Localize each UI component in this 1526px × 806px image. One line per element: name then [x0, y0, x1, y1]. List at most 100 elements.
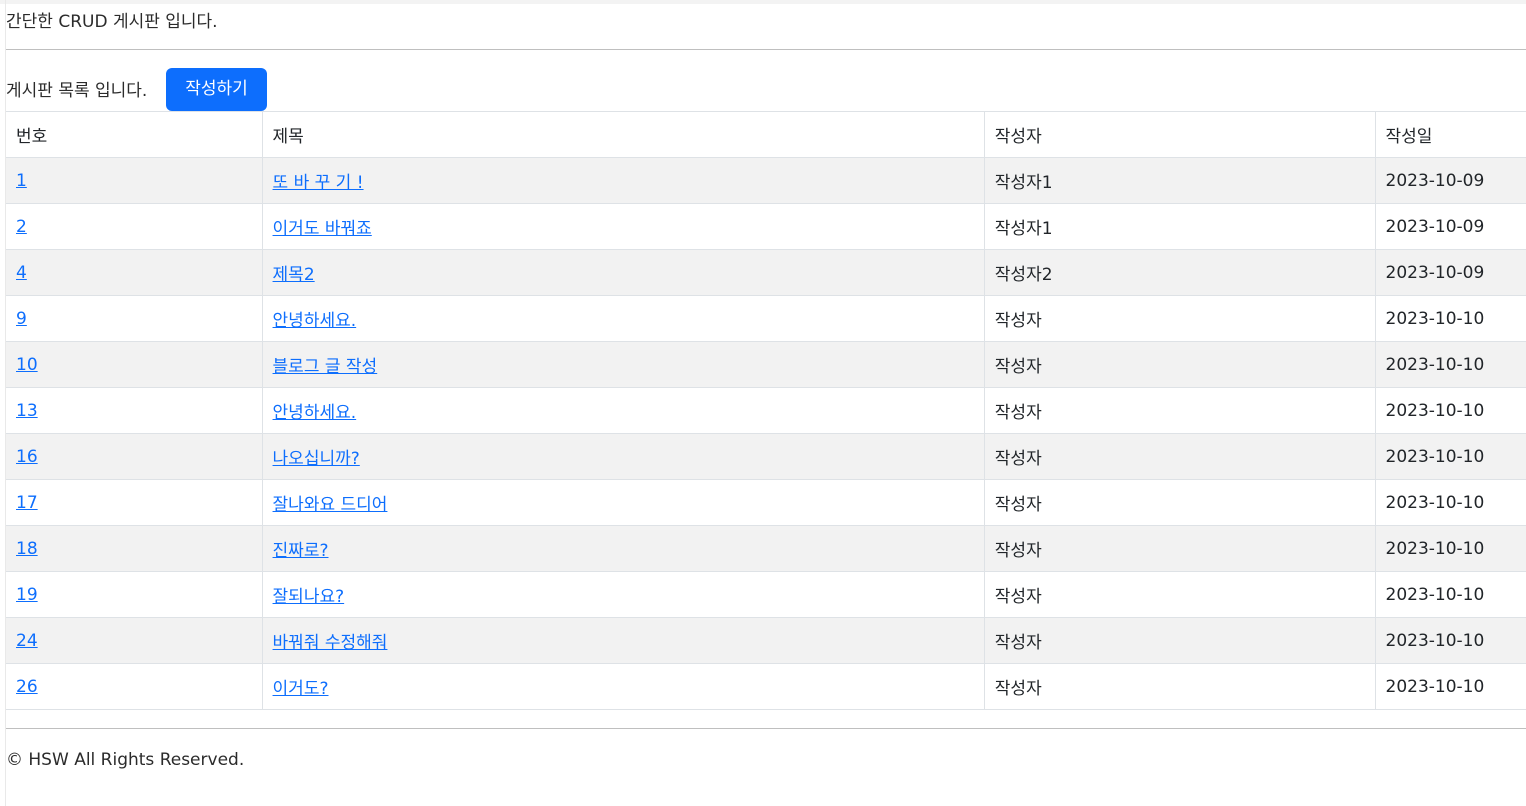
- post-date: 2023-10-10: [1374, 571, 1526, 618]
- post-author: 작성자: [983, 663, 1375, 710]
- post-title-link[interactable]: 블로그 글 작성: [273, 357, 378, 377]
- post-number-cell: 19: [6, 571, 263, 618]
- post-number-cell: 10: [6, 341, 263, 388]
- post-number-cell: 26: [6, 663, 263, 710]
- post-author: 작성자1: [983, 203, 1375, 250]
- board-table-header: 번호 제목 작성자 작성일: [6, 111, 1526, 158]
- post-number-cell: 18: [6, 525, 263, 572]
- table-row: 26 이거도? 작성자 2023-10-10: [6, 663, 1526, 710]
- post-number-cell: 2: [6, 203, 263, 250]
- top-strip: [0, 0, 1526, 4]
- post-author: 작성자1: [983, 157, 1375, 204]
- post-title-link[interactable]: 안녕하세요.: [273, 311, 357, 331]
- post-date: 2023-10-10: [1374, 663, 1526, 710]
- post-author: 작성자: [983, 341, 1375, 388]
- table-row: 1 또 바 꾸 기 ! 작성자1 2023-10-09: [6, 157, 1526, 204]
- post-number-link[interactable]: 18: [16, 539, 38, 559]
- post-title-link[interactable]: 잘되나요?: [273, 587, 345, 607]
- post-title-cell: 안녕하세요.: [261, 387, 985, 434]
- table-row: 13 안녕하세요. 작성자 2023-10-10: [6, 387, 1526, 434]
- post-title-cell: 진짜로?: [261, 525, 985, 572]
- post-date: 2023-10-10: [1374, 387, 1526, 434]
- post-title-link[interactable]: 이거도 바꿔죠: [273, 219, 372, 239]
- post-date: 2023-10-10: [1374, 617, 1526, 664]
- table-row: 18 진짜로? 작성자 2023-10-10: [6, 525, 1526, 572]
- post-date: 2023-10-09: [1374, 157, 1526, 204]
- post-title-link[interactable]: 안녕하세요.: [273, 403, 357, 423]
- post-title-link[interactable]: 나오십니까?: [273, 449, 360, 469]
- table-row: 17 잘나와요 드디어 작성자 2023-10-10: [6, 479, 1526, 526]
- post-date: 2023-10-10: [1374, 479, 1526, 526]
- post-title-link[interactable]: 잘나와요 드디어: [273, 495, 388, 515]
- table-row: 19 잘되나요? 작성자 2023-10-10: [6, 571, 1526, 618]
- post-number-cell: 17: [6, 479, 263, 526]
- post-number-link[interactable]: 17: [16, 493, 38, 513]
- table-row: 10 블로그 글 작성 작성자 2023-10-10: [6, 341, 1526, 388]
- post-number-link[interactable]: 26: [16, 677, 38, 697]
- board-table: 번호 제목 작성자 작성일 1또 바 꾸 기 ! 작성자1 2023-10-09 2 이…: [6, 111, 1526, 710]
- post-number-cell: 13: [6, 387, 263, 434]
- post-title-cell: 이거도 바꿔죠: [261, 203, 985, 250]
- post-number-link[interactable]: 13: [16, 401, 38, 421]
- post-title-cell: 잘되나요?: [261, 571, 985, 618]
- post-title-link[interactable]: 바꿔줘 수정해줘: [273, 633, 388, 653]
- column-header-date: 작성일: [1374, 111, 1526, 158]
- post-title-cell: 또 바 꾸 기 !: [261, 157, 985, 204]
- post-author: 작성자: [983, 525, 1375, 572]
- write-button[interactable]: 작성하기: [166, 68, 267, 111]
- board-intro: 게시판 목록 입니다.: [6, 81, 148, 101]
- post-title-cell: 블로그 글 작성: [261, 341, 985, 388]
- table-row: 24 바꿔줘 수정해줘 작성자 2023-10-10: [6, 617, 1526, 664]
- post-author: 작성자: [983, 479, 1375, 526]
- post-author: 작성자2: [983, 249, 1375, 296]
- post-number-link[interactable]: 2: [16, 217, 27, 237]
- post-title-cell: 나오십니까?: [261, 433, 985, 480]
- post-title-cell: 제목2: [261, 249, 985, 296]
- post-date: 2023-10-09: [1374, 203, 1526, 250]
- post-number-cell: 24: [6, 617, 263, 664]
- post-number-link[interactable]: 10: [16, 355, 38, 375]
- post-title-cell: 바꿔줘 수정해줘: [261, 617, 985, 664]
- post-number-link[interactable]: 19: [16, 585, 38, 605]
- post-author: 작성자: [983, 295, 1375, 342]
- footer-divider: [6, 728, 1526, 729]
- post-date: 2023-10-09: [1374, 249, 1526, 296]
- post-number-cell: 1: [6, 157, 263, 204]
- page: 간단한 CRUD 게시판 입니다. 게시판 목록 입니다. 작성하기 번호 제목…: [0, 0, 1526, 806]
- post-title-link[interactable]: 또 바 꾸 기 !: [273, 173, 364, 193]
- post-author: 작성자: [983, 617, 1375, 664]
- post-number-cell: 9: [6, 295, 263, 342]
- post-title-cell: 안녕하세요.: [261, 295, 985, 342]
- post-number-link[interactable]: 9: [16, 309, 27, 329]
- header-text: 간단한 CRUD 게시판 입니다.: [6, 12, 218, 32]
- table-row: 4 제목2 작성자2 2023-10-09: [6, 249, 1526, 296]
- post-author: 작성자: [983, 571, 1375, 618]
- column-header-number: 번호: [6, 111, 263, 158]
- board-table-body: 1또 바 꾸 기 ! 작성자1 2023-10-09 2 이거도 바꿔죠 작성자1 2023…: [6, 157, 1526, 710]
- post-number-link[interactable]: 4: [16, 263, 27, 283]
- post-date: 2023-10-10: [1374, 525, 1526, 572]
- post-date: 2023-10-10: [1374, 295, 1526, 342]
- table-row: 9 안녕하세요. 작성자 2023-10-10: [6, 295, 1526, 342]
- footer-copyright: © HSW All Rights Reserved.: [6, 750, 245, 770]
- header-row: 번호 제목 작성자 작성일: [6, 111, 1526, 158]
- post-title-link[interactable]: 이거도?: [273, 679, 329, 699]
- post-title-cell: 잘나와요 드디어: [261, 479, 985, 526]
- post-title-link[interactable]: 진짜로?: [273, 541, 329, 561]
- post-number-link[interactable]: 16: [16, 447, 38, 467]
- post-date: 2023-10-10: [1374, 341, 1526, 388]
- header-divider: [6, 49, 1526, 50]
- post-number-link[interactable]: 24: [16, 631, 38, 651]
- post-number-link[interactable]: 1: [16, 171, 27, 191]
- post-title-cell: 이거도?: [261, 663, 985, 710]
- post-date: 2023-10-10: [1374, 433, 1526, 480]
- post-number-cell: 4: [6, 249, 263, 296]
- column-header-title: 제목: [261, 111, 985, 158]
- table-row: 2 이거도 바꿔죠 작성자1 2023-10-09: [6, 203, 1526, 250]
- post-number-cell: 16: [6, 433, 263, 480]
- post-author: 작성자: [983, 387, 1375, 434]
- table-row: 16 나오십니까? 작성자 2023-10-10: [6, 433, 1526, 480]
- post-author: 작성자: [983, 433, 1375, 480]
- post-title-link[interactable]: 제목2: [273, 265, 315, 285]
- column-header-author: 작성자: [983, 111, 1375, 158]
